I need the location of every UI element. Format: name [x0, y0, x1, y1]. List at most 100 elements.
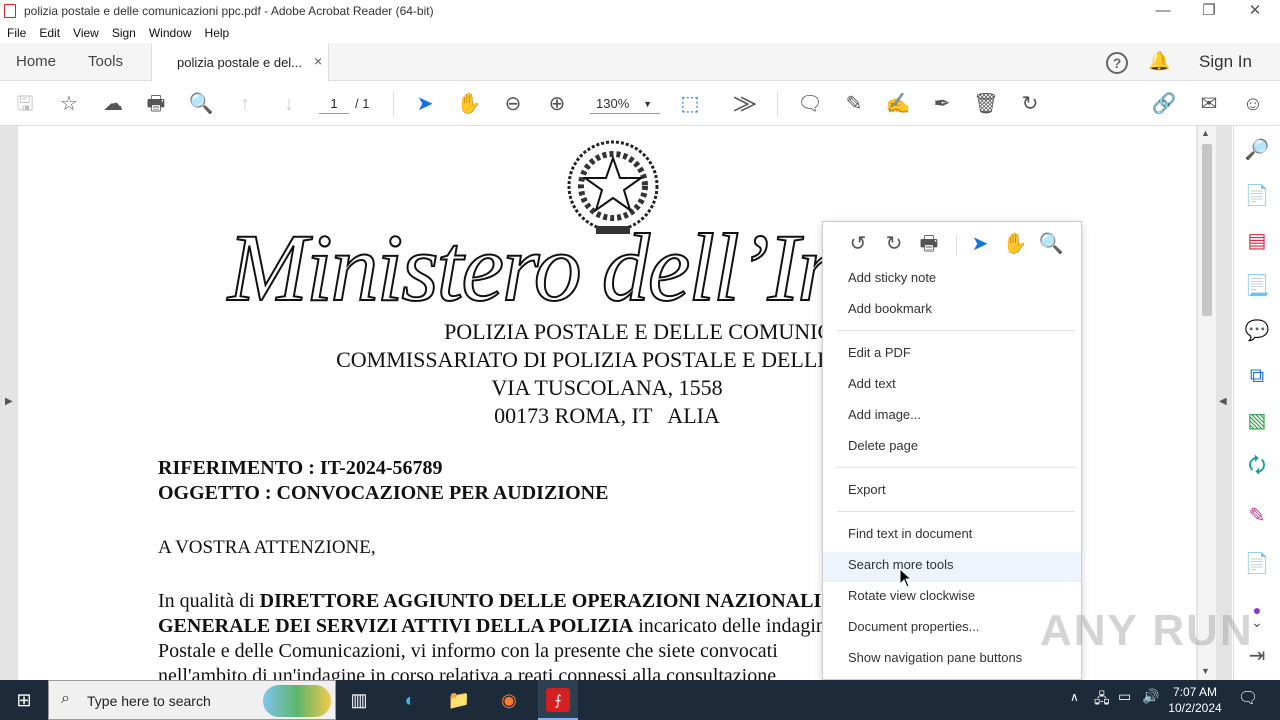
help-icon[interactable]: ? — [1106, 52, 1128, 74]
acrobat-taskbar-button[interactable]: ⨍ — [538, 680, 578, 720]
tray-chevron-icon[interactable]: ∧ — [1070, 690, 1079, 704]
fill-sign-icon[interactable]: ✎ — [1243, 502, 1271, 530]
left-panel-toggle-icon[interactable]: ▶ — [5, 396, 13, 407]
menu-item-export[interactable]: Export — [823, 477, 1081, 507]
watermark: ANY RUN — [1040, 606, 1254, 655]
print-icon[interactable]: 🖶 — [142, 90, 170, 118]
clock-date: 10/2/2024 — [1168, 701, 1222, 715]
scrollbar-thumb[interactable] — [1202, 144, 1212, 316]
stamp-icon[interactable]: ✒ — [928, 90, 956, 118]
menu-view[interactable]: View — [66, 23, 105, 43]
draw-icon[interactable]: ✍ — [884, 90, 912, 118]
page-number-input[interactable]: 1 — [319, 94, 349, 114]
menu-item-search-more-tools[interactable]: Search more tools — [823, 552, 1081, 582]
attenzione-line: A VOSTRA ATTENZIONE, — [158, 537, 376, 558]
close-button[interactable]: ✕ — [1232, 0, 1278, 23]
close-tab-icon[interactable]: × — [314, 53, 322, 69]
menu-item-find-text[interactable]: Find text in document — [823, 521, 1081, 551]
right-panel-toggle-icon[interactable]: ◀ — [1219, 396, 1227, 407]
maximize-button[interactable]: ❐ — [1186, 0, 1232, 23]
select-cursor-icon[interactable]: ➤ — [966, 230, 994, 258]
zoom-out-icon[interactable]: ⊖ — [499, 90, 527, 118]
scroll-up-icon[interactable]: ▲ — [1201, 128, 1210, 138]
tab-home[interactable]: Home — [16, 53, 56, 70]
create-pdf-icon[interactable]: 📃 — [1243, 272, 1271, 300]
menu-separator — [837, 511, 1075, 512]
zoom-in-icon[interactable]: ⊕ — [543, 90, 571, 118]
acrobat-app-icon — [4, 4, 16, 18]
toolbar-divider — [777, 92, 778, 116]
delete-icon[interactable]: 🗑 — [972, 90, 1000, 118]
find-zoom-icon[interactable]: 🔍 — [187, 90, 215, 118]
network-icon[interactable]: 🖧 — [1094, 688, 1110, 712]
menu-help[interactable]: Help — [198, 23, 236, 43]
window-title: polizia postale e delle comunicazioni pp… — [24, 4, 434, 18]
share-user-icon[interactable]: ☺ — [1239, 90, 1267, 118]
edge-browser-icon[interactable]: ◐ — [396, 686, 424, 714]
rotate-counterclockwise-icon[interactable]: ↺ — [844, 230, 872, 258]
menu-file[interactable]: File — [0, 23, 32, 43]
marquee-zoom-icon[interactable]: 🔍 — [1037, 230, 1065, 258]
menu-item-add-text[interactable]: Add text — [823, 371, 1081, 401]
tools-pane: 🔎 📄 ▤ 📃 💬 ⧉ ▧ 🗘 ✎ 📄 ● ⌄ ⇥ — [1233, 126, 1280, 680]
notification-bell-icon[interactable]: 🔔 — [1148, 51, 1170, 72]
comment-panel-icon[interactable]: 💬 — [1243, 317, 1271, 345]
convert-icon[interactable]: 🗘 — [1243, 452, 1271, 480]
search-highlight-image — [263, 685, 331, 717]
sign-in-button[interactable]: Sign In — [1199, 52, 1252, 72]
link-icon[interactable]: 🔗 — [1150, 90, 1178, 118]
taskbar-clock[interactable]: 7:07 AM 10/2/2024 — [1160, 684, 1230, 716]
tab-document-label: polizia postale e del... — [177, 55, 303, 70]
chevron-down-icon: ▼ — [643, 99, 652, 109]
body-text: incaricato delle indagini — [633, 615, 832, 637]
search-icon: ⌕ — [61, 690, 70, 707]
menu-separator — [837, 467, 1075, 468]
previous-page-icon[interactable]: ↑ — [231, 90, 259, 118]
email-icon[interactable]: ✉ — [1195, 90, 1223, 118]
page-fit-icon[interactable]: ⬚ — [676, 90, 704, 118]
body-line: In qualità di DIRETTORE AGGIUNTO DELLE O… — [158, 590, 821, 613]
menu-item-add-bookmark[interactable]: Add bookmark — [823, 296, 1081, 326]
menu-sign[interactable]: Sign — [105, 23, 142, 43]
windows-start-icon[interactable]: ⊞ — [10, 686, 38, 714]
hand-tool-icon[interactable]: ✋ — [455, 90, 483, 118]
print-icon[interactable]: 🖶 — [915, 230, 943, 258]
tab-document[interactable]: polizia postale e del... × — [151, 43, 329, 82]
notification-center-icon[interactable]: 🗨 — [1238, 688, 1258, 708]
body-bold-text: DIRETTORE AGGIUNTO DELLE OPERAZIONI NAZI… — [259, 590, 822, 612]
upload-cloud-icon[interactable]: ☁ — [99, 90, 127, 118]
task-view-icon[interactable]: ▥ — [345, 686, 373, 714]
menu-item-delete-page[interactable]: Delete page — [823, 433, 1081, 463]
protect-pdf-icon[interactable]: 📄 — [1243, 550, 1271, 578]
save-icon[interactable]: 🖫 — [11, 90, 39, 118]
scroll-mode-icon[interactable]: ⨠ — [731, 90, 759, 118]
menu-item-edit-pdf[interactable]: Edit a PDF — [823, 340, 1081, 370]
menu-item-add-image[interactable]: Add image... — [823, 402, 1081, 432]
combine-files-icon[interactable]: ⧉ — [1243, 362, 1271, 390]
tab-tools[interactable]: Tools — [88, 53, 123, 70]
volume-icon[interactable]: 🔊 — [1142, 688, 1159, 705]
menu-window[interactable]: Window — [142, 23, 198, 43]
organize-pages-icon[interactable]: ▤ — [1243, 227, 1271, 255]
firefox-icon[interactable]: ◉ — [495, 686, 523, 714]
select-cursor-icon[interactable]: ➤ — [411, 90, 439, 118]
export-pdf-icon[interactable]: 📄 — [1243, 182, 1271, 210]
bookmark-star-icon[interactable]: ☆ — [55, 90, 83, 118]
zoom-level-select[interactable]: 130% ▼ — [590, 94, 660, 114]
comment-icon[interactable]: 🗨 — [796, 90, 824, 118]
display-icon[interactable]: ▭ — [1118, 688, 1131, 705]
taskbar-search-box[interactable]: ⌕ Type here to search — [48, 680, 336, 720]
scroll-down-icon[interactable]: ▼ — [1201, 666, 1210, 676]
next-page-icon[interactable]: ↓ — [275, 90, 303, 118]
menu-item-add-sticky-note[interactable]: Add sticky note — [823, 265, 1081, 295]
minimize-button[interactable]: — — [1140, 0, 1186, 23]
zoom-search-icon[interactable]: 🔎 — [1243, 136, 1271, 164]
hand-tool-icon[interactable]: ✋ — [1001, 230, 1029, 258]
menu-edit[interactable]: Edit — [32, 23, 66, 43]
compress-pdf-icon[interactable]: ▧ — [1243, 407, 1271, 435]
rotate-icon[interactable]: ↻ — [1016, 90, 1044, 118]
rotate-clockwise-icon[interactable]: ↻ — [880, 230, 908, 258]
file-explorer-icon[interactable]: 📁 — [445, 686, 473, 714]
highlight-pen-icon[interactable]: ✎ — [840, 90, 868, 118]
riferimento-line: RIFERIMENTO : IT-2024-56789 — [158, 457, 443, 479]
